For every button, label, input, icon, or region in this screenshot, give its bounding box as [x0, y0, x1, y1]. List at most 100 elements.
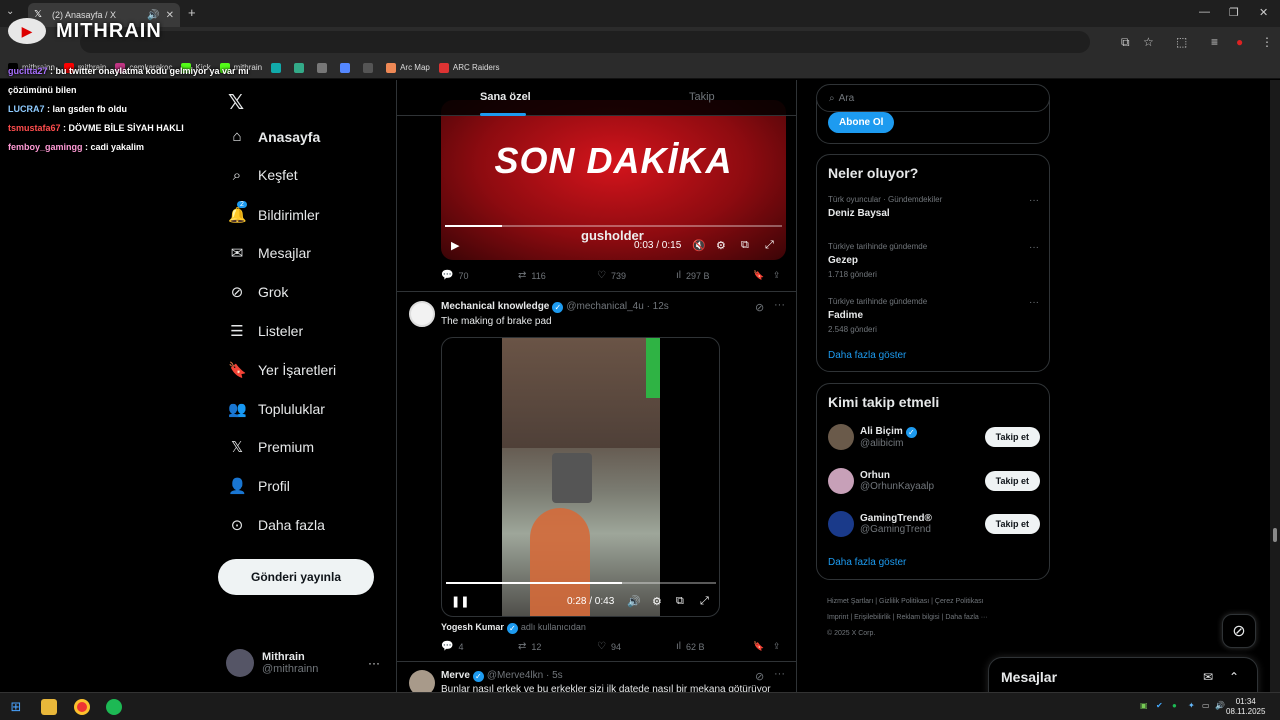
pause-icon[interactable]: ❚❚ — [451, 595, 469, 608]
footer-link[interactable]: Gizlilik Politikası — [879, 598, 929, 605]
tab-for-you[interactable]: Sana özel — [480, 91, 531, 103]
share-icon[interactable]: ⇪ — [773, 270, 781, 281]
post[interactable]: Mechanical knowledge ✓ @mechanical_4u · 12… — [397, 291, 796, 661]
footer-link[interactable]: Hizmet Şartları — [827, 598, 873, 605]
avatar[interactable] — [828, 511, 854, 537]
cast-icon[interactable]: ⧉ — [1121, 35, 1130, 50]
nav-item-premium[interactable]: 𝕏 Premium — [228, 438, 314, 456]
video-player[interactable]: SON DAKİKA gusholder ▶ 0:03 / 0:15 🔇 ⚙ ⧉… — [441, 100, 786, 260]
nav-item-profil[interactable]: 👤 Profil — [228, 477, 290, 495]
like-button[interactable]: ♡ 94 — [597, 641, 621, 652]
like-button[interactable]: ♡ 739 — [597, 270, 626, 281]
scrollbar-thumb[interactable] — [1273, 528, 1277, 542]
nav-item-grok[interactable]: ⊘ Grok — [228, 283, 289, 301]
video-progress-bar[interactable] — [445, 225, 782, 227]
messages-drawer[interactable]: Mesajlar ✉ ⌃ — [988, 657, 1258, 697]
volume-icon[interactable]: 🔊 — [627, 595, 641, 608]
trend-more-icon[interactable]: ··· — [1029, 242, 1039, 253]
grok-icon[interactable]: ⊘ — [755, 301, 764, 314]
video-player[interactable]: ❚❚ 0:28 / 0:43 🔊 ⚙ ⧉ ⤢ — [441, 337, 720, 617]
scrollbar[interactable] — [1270, 80, 1280, 692]
views-button[interactable]: ıl 297 B — [676, 270, 710, 281]
close-tab-icon[interactable]: ✕ — [166, 10, 174, 21]
footer-link[interactable]: Imprint — [827, 614, 848, 621]
nav-item-topluluklar[interactable]: 👥 Topluluklar — [228, 400, 325, 418]
trend-more-icon[interactable]: ··· — [1029, 297, 1039, 308]
follow-button[interactable]: Takip et — [984, 514, 1040, 534]
tray-steam-icon[interactable]: ✦ — [1188, 701, 1195, 710]
grok-fab-icon[interactable]: ⊘ — [1222, 614, 1256, 648]
network-icon[interactable]: ▭ — [1202, 701, 1210, 710]
chrome-icon[interactable] — [74, 699, 90, 715]
trend-more-icon[interactable]: ··· — [1029, 195, 1039, 206]
more-icon[interactable]: ··· — [774, 668, 785, 680]
suggestion-name[interactable]: Orhun — [860, 470, 890, 481]
show-more-link[interactable]: Daha fazla göster — [828, 557, 906, 568]
reply-button[interactable]: 💬 70 — [441, 270, 468, 281]
volume-icon[interactable]: 🔊 — [1215, 701, 1225, 710]
credit-name[interactable]: Yogesh Kumar — [441, 622, 504, 632]
settings-icon[interactable]: ⚙ — [652, 595, 662, 608]
bookmark[interactable]: ARC Raiders — [438, 62, 500, 73]
avatar[interactable] — [828, 468, 854, 494]
search-input[interactable]: ⌕ Ara — [816, 84, 1050, 112]
reply-button[interactable]: 💬 4 — [441, 641, 463, 652]
bookmark-icon[interactable]: 🔖 — [753, 641, 764, 652]
system-clock[interactable]: 01:34 08.11.2025 — [1226, 697, 1265, 717]
expand-icon[interactable]: ⌃ — [1229, 670, 1239, 684]
show-more-link[interactable]: Daha fazla göster — [828, 350, 906, 361]
repost-button[interactable]: ⇄ 12 — [518, 641, 541, 652]
media-icon[interactable]: ≡ — [1211, 35, 1218, 49]
fullscreen-icon[interactable]: ⤢ — [700, 595, 709, 608]
tray-nvidia-icon[interactable]: ▣ — [1140, 701, 1148, 710]
footer-link[interactable]: Reklam bilgisi — [896, 614, 939, 621]
suggestion-name[interactable]: GamingTrend® — [860, 513, 932, 524]
handle[interactable]: @mechanical_4u — [566, 301, 643, 312]
tab-following[interactable]: Takip — [689, 91, 715, 103]
tray-check-icon[interactable]: ✔ — [1156, 701, 1163, 710]
mute-icon[interactable]: 🔇 — [692, 239, 706, 252]
trend-item[interactable]: Türkiye tarihinde gündemde Fadime 2.548 gö… — [828, 295, 927, 336]
bookmark[interactable] — [271, 62, 285, 73]
windows-start-icon[interactable]: ⊞ — [8, 699, 24, 715]
tray-spotify-icon[interactable]: ● — [1172, 701, 1177, 710]
footer-link[interactable]: Çerez Politikası — [935, 598, 984, 605]
play-icon[interactable]: ▶ — [451, 239, 459, 252]
display-name[interactable]: Mechanical knowledge — [441, 301, 549, 312]
bookmark[interactable]: Arc Map — [386, 62, 430, 73]
new-tab-button[interactable]: + — [188, 5, 196, 20]
nav-item-daha-fazla[interactable]: ⊙ Daha fazla — [228, 516, 325, 534]
display-name[interactable]: Merve — [441, 670, 470, 681]
profile-icon[interactable]: ● — [1236, 35, 1243, 49]
repost-button[interactable]: ⇄ 116 — [518, 270, 546, 281]
avatar[interactable] — [828, 424, 854, 450]
views-button[interactable]: ıl 62 B — [676, 641, 705, 652]
share-icon[interactable]: ⇪ — [773, 641, 781, 652]
new-message-icon[interactable]: ✉ — [1203, 670, 1213, 684]
trend-item[interactable]: Türkiye tarihinde gündemde Gezep 1.718 gön… — [828, 240, 927, 281]
nav-item-mesajlar[interactable]: ✉ Mesajlar — [228, 244, 311, 262]
more-icon[interactable]: ··· — [774, 299, 785, 311]
post[interactable]: Merve ✓ @Merve4lkn · 5s ⊘ ··· Bunlar nasıl… — [397, 661, 796, 692]
footer-link[interactable]: Daha fazla ··· — [945, 614, 987, 621]
video-progress-bar[interactable] — [446, 582, 716, 584]
footer-link[interactable]: © 2025 X Corp. — [827, 630, 875, 637]
maximize-button[interactable]: ❐ — [1229, 6, 1239, 19]
account-more-icon[interactable]: ··· — [368, 656, 380, 670]
address-bar[interactable] — [80, 31, 1090, 53]
grok-icon[interactable]: ⊘ — [755, 670, 764, 683]
star-icon[interactable]: ☆ — [1143, 35, 1154, 49]
file-explorer-icon[interactable] — [41, 699, 57, 715]
extensions-icon[interactable]: ⬚ — [1176, 35, 1187, 49]
account-switcher[interactable]: Mithrain @mithrainn — [226, 649, 318, 677]
pip-icon[interactable]: ⧉ — [741, 239, 749, 252]
timestamp[interactable]: · 12s — [647, 301, 669, 312]
follow-suggestion[interactable]: GamingTrend® @GamingTrend Takip et — [828, 511, 1040, 537]
tab-search-icon[interactable]: ⌄ — [6, 6, 14, 17]
minimize-button[interactable]: — — [1199, 6, 1210, 18]
follow-button[interactable]: Takip et — [984, 471, 1040, 491]
settings-icon[interactable]: ⚙ — [716, 239, 726, 252]
nav-item-yer-i̇şaretleri[interactable]: 🔖 Yer İşaretleri — [228, 361, 336, 379]
suggestion-name[interactable]: Ali Biçim — [860, 426, 903, 437]
bookmark[interactable] — [340, 62, 354, 73]
